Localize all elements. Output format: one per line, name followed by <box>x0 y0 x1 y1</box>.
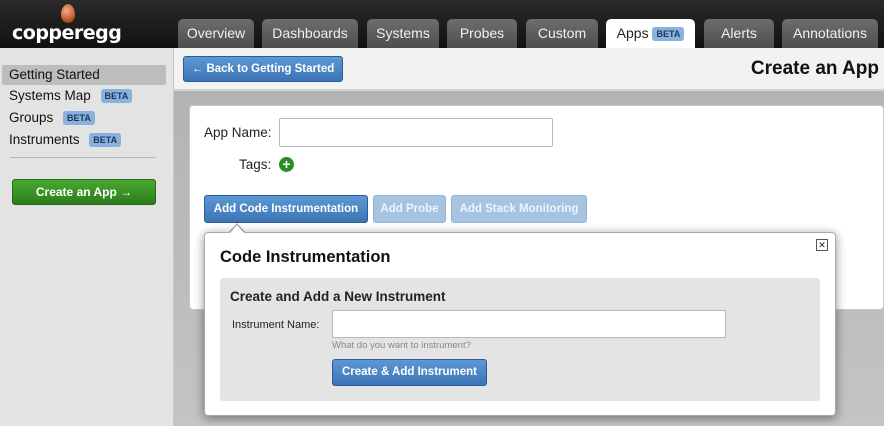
tab-label: Custom <box>537 25 587 41</box>
tab-label: Dashboards <box>272 25 348 41</box>
tab-systems[interactable]: Systems <box>367 19 439 48</box>
tab-apps[interactable]: Apps BETA <box>606 19 695 48</box>
sidebar-item-label: Systems Map <box>9 88 91 103</box>
add-stack-monitoring-button[interactable]: Add Stack Monitoring <box>451 195 587 223</box>
tab-alerts[interactable]: Alerts <box>704 19 774 48</box>
sidebar-item-label: Instruments <box>9 132 80 147</box>
tab-label: Systems <box>376 25 430 41</box>
instrument-name-label: Instrument Name: <box>232 319 320 331</box>
plus-circle-icon[interactable]: + <box>279 157 294 172</box>
instrument-name-input[interactable] <box>332 310 726 338</box>
app-name-input[interactable] <box>279 118 553 147</box>
sidebar-item-groups[interactable]: Groups BETA <box>2 108 166 128</box>
tab-label: Apps <box>616 25 649 41</box>
tab-overview[interactable]: Overview <box>178 19 254 48</box>
popover-title: Code Instrumentation <box>220 248 391 266</box>
tab-probes[interactable]: Probes <box>447 19 517 48</box>
brand-name: copperegg <box>12 22 122 44</box>
tab-label: Alerts <box>721 25 757 41</box>
page-header: ← Back to Getting Started Create an App <box>174 48 884 90</box>
beta-badge: BETA <box>63 111 95 125</box>
sidebar-item-label: Groups <box>9 110 54 125</box>
sidebar-item-getting-started[interactable]: Getting Started <box>2 65 166 85</box>
new-instrument-title: Create and Add a New Instrument <box>230 289 446 304</box>
tab-label: Annotations <box>793 25 867 41</box>
sidebar: Getting Started Systems Map BETA Groups … <box>0 48 174 426</box>
page-title: Create an App <box>750 58 879 79</box>
sidebar-item-label: Getting Started <box>9 67 100 82</box>
beta-badge: BETA <box>100 89 133 103</box>
tab-dashboards[interactable]: Dashboards <box>262 19 358 48</box>
egg-icon <box>61 4 75 23</box>
beta-badge: BETA <box>89 133 122 147</box>
create-app-button[interactable]: Create an App → <box>12 179 156 205</box>
back-to-getting-started-button[interactable]: ← Back to Getting Started <box>183 56 343 82</box>
create-and-add-instrument-button[interactable]: Create & Add Instrument <box>332 359 487 386</box>
instrument-name-hint: What do you want to instrument? <box>332 340 471 351</box>
brand-logo[interactable]: copperegg <box>12 4 122 44</box>
tab-annotations[interactable]: Annotations <box>782 19 878 48</box>
tags-label: Tags: <box>239 157 272 172</box>
sidebar-item-systems-map[interactable]: Systems Map BETA <box>2 86 166 106</box>
top-nav-bar: copperegg Overview Dashboards Systems Pr… <box>0 0 884 48</box>
tab-label: Probes <box>459 25 505 41</box>
add-code-instrumentation-button[interactable]: Add Code Instrumentation <box>204 195 368 223</box>
add-probe-button[interactable]: Add Probe <box>373 195 446 223</box>
sidebar-divider <box>10 157 156 158</box>
popover-arrow-inner <box>229 225 245 234</box>
sidebar-item-instruments[interactable]: Instruments BETA <box>2 130 166 150</box>
beta-badge: BETA <box>652 27 685 41</box>
app-name-label: App Name: <box>204 125 272 140</box>
tab-label: Overview <box>186 25 246 41</box>
tab-custom[interactable]: Custom <box>526 19 598 48</box>
close-icon[interactable]: ✕ <box>816 239 828 251</box>
